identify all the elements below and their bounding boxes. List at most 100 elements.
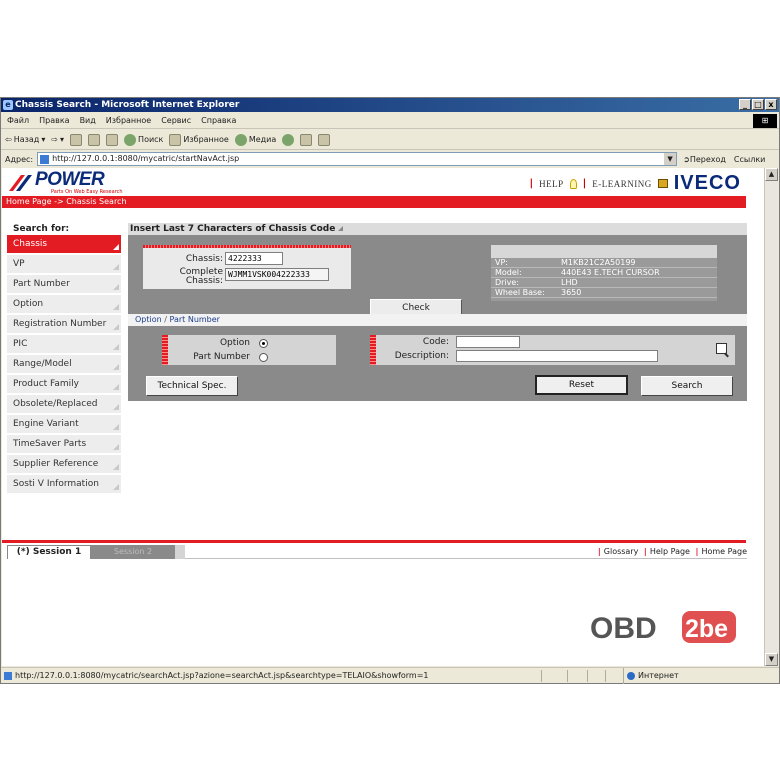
vehicle-row: Drive: LHD bbox=[491, 278, 717, 288]
back-button[interactable]: ⇦ Назад ▾ bbox=[5, 135, 45, 144]
tab-session-1[interactable]: (*) Session 1 bbox=[7, 545, 91, 559]
part-number-radio[interactable] bbox=[259, 353, 268, 362]
address-bar: Адрес: http://127.0.0.1:8080/mycatric/st… bbox=[1, 151, 779, 167]
tab-session-2[interactable]: Session 2 bbox=[91, 545, 175, 559]
maximize-button[interactable]: □ bbox=[752, 99, 764, 110]
menu-file[interactable]: Файл bbox=[7, 113, 29, 128]
part-number-radio-label: Part Number bbox=[193, 352, 250, 362]
forward-arrow-icon: ⇨ bbox=[51, 135, 59, 144]
help-link[interactable]: HELP bbox=[539, 179, 564, 189]
search-toolbar-label: Поиск bbox=[138, 135, 164, 144]
vehicle-info-header bbox=[491, 245, 717, 258]
sidebar-item-part-number[interactable]: Part Number bbox=[7, 275, 121, 295]
complete-chassis-field bbox=[225, 268, 329, 281]
links-button[interactable]: Ссылки bbox=[734, 155, 765, 164]
stop-icon[interactable] bbox=[70, 133, 83, 146]
address-dropdown-icon[interactable]: ▼ bbox=[664, 153, 677, 165]
sidebar-item-supplier-reference[interactable]: Supplier Reference bbox=[7, 455, 121, 475]
favorites-label: Избранное bbox=[183, 135, 229, 144]
reset-button[interactable]: Reset bbox=[535, 375, 628, 395]
media-button[interactable]: Медиа bbox=[234, 133, 276, 146]
link-separator: | bbox=[597, 547, 601, 556]
bulb-icon bbox=[569, 178, 577, 189]
sidebar-item-sosti-v-information[interactable]: Sosti V Information bbox=[7, 475, 121, 495]
complete-chassis-label-2: Chassis: bbox=[185, 276, 223, 286]
sidebar-item-range-model[interactable]: Range/Model bbox=[7, 355, 121, 375]
red-strip bbox=[370, 335, 376, 365]
sidebar-item-pic[interactable]: PIC bbox=[7, 335, 121, 355]
sidebar-item-chassis[interactable]: Chassis bbox=[7, 235, 121, 255]
scroll-up-icon[interactable]: ▲ bbox=[765, 168, 778, 181]
media-icon bbox=[234, 133, 247, 146]
header-separator: | bbox=[582, 178, 587, 189]
refresh-icon[interactable] bbox=[88, 133, 101, 146]
home-icon[interactable] bbox=[106, 133, 119, 146]
menu-view[interactable]: Вид bbox=[80, 113, 96, 128]
ie-icon: e bbox=[3, 100, 13, 110]
header-separator: | bbox=[529, 178, 534, 189]
chassis-input[interactable] bbox=[225, 252, 283, 265]
favorites-button[interactable]: Избранное bbox=[169, 133, 229, 146]
panel-heading: Insert Last 7 Characters of Chassis Code bbox=[128, 223, 747, 235]
sidebar-item-option[interactable]: Option bbox=[7, 295, 121, 315]
security-zone: Интернет bbox=[623, 668, 679, 684]
help-page-link[interactable]: Help Page bbox=[650, 547, 690, 556]
search-toolbar-button[interactable]: Поиск bbox=[124, 133, 164, 146]
close-button[interactable]: x bbox=[765, 99, 777, 110]
title-bar: e Chassis Search - Microsoft Internet Ex… bbox=[1, 98, 779, 112]
menu-tools[interactable]: Сервис bbox=[161, 113, 191, 128]
menu-favorites[interactable]: Избранное bbox=[106, 113, 151, 128]
option-link[interactable]: Option bbox=[135, 315, 162, 324]
code-input[interactable] bbox=[456, 336, 520, 348]
sidebar-item-vp[interactable]: VP bbox=[7, 255, 121, 275]
elearning-link[interactable]: E-LEARNING bbox=[592, 179, 652, 189]
vp-value: M1KB21C2A50199 bbox=[561, 258, 636, 267]
sidebar-item-registration-number[interactable]: Registration Number bbox=[7, 315, 121, 335]
red-strip bbox=[143, 245, 351, 248]
menu-help[interactable]: Справка bbox=[201, 113, 236, 128]
status-separator bbox=[567, 670, 568, 682]
go-button[interactable]: ➲Переход bbox=[683, 155, 726, 164]
glossary-link[interactable]: Glossary bbox=[604, 547, 639, 556]
window-title: Chassis Search - Microsoft Internet Expl… bbox=[15, 100, 240, 110]
technical-spec-button[interactable]: Technical Spec. bbox=[146, 376, 238, 396]
history-icon[interactable] bbox=[282, 133, 295, 146]
sidebar-item-obsolete-replaced[interactable]: Obsolete/Replaced bbox=[7, 395, 121, 415]
part-number-link[interactable]: Part Number bbox=[170, 315, 220, 324]
globe-icon bbox=[627, 672, 635, 680]
lookup-icon[interactable] bbox=[716, 343, 727, 354]
address-input[interactable]: http://127.0.0.1:8080/mycatric/startNavA… bbox=[37, 152, 678, 166]
status-bar: http://127.0.0.1:8080/mycatric/searchAct… bbox=[1, 667, 779, 684]
link-separator: | bbox=[643, 547, 647, 556]
scroll-down-icon[interactable]: ▼ bbox=[765, 653, 778, 666]
search-button[interactable]: Search bbox=[641, 376, 733, 396]
chassis-input-box: Chassis: Complete Chassis: bbox=[143, 245, 351, 289]
chassis-label: Chassis: bbox=[185, 254, 223, 264]
power-logo: POWER Parts On Web Easy Research bbox=[7, 169, 135, 196]
vehicle-row: VP: M1KB21C2A50199 bbox=[491, 258, 717, 268]
code-description-box: Code: Description: bbox=[370, 335, 735, 365]
status-url: http://127.0.0.1:8080/mycatric/searchAct… bbox=[15, 671, 429, 680]
description-input[interactable] bbox=[456, 350, 658, 362]
menu-edit[interactable]: Правка bbox=[39, 113, 69, 128]
zone-label: Интернет bbox=[638, 671, 679, 680]
sidebar-item-engine-variant[interactable]: Engine Variant bbox=[7, 415, 121, 435]
iveco-logo: IVECO bbox=[673, 172, 741, 194]
vertical-scrollbar[interactable]: ▲ ▼ bbox=[764, 168, 778, 666]
tab-spacer bbox=[175, 545, 185, 559]
print-icon[interactable] bbox=[318, 133, 331, 146]
breadcrumb: Home Page -> Chassis Search bbox=[2, 196, 746, 208]
header-right: | HELP | E-LEARNING IVECO bbox=[529, 172, 741, 195]
minimize-button[interactable]: _ bbox=[739, 99, 751, 110]
status-separator bbox=[541, 670, 542, 682]
forward-button[interactable]: ⇨ ▾ bbox=[51, 135, 64, 144]
back-arrow-icon: ⇦ bbox=[5, 135, 12, 144]
session-tabs: (*) Session 1 Session 2 | Glossary | Help … bbox=[7, 543, 747, 559]
mail-icon[interactable] bbox=[300, 133, 313, 146]
page-content: POWER Parts On Web Easy Research | HELP … bbox=[2, 168, 765, 666]
option-radio[interactable] bbox=[259, 339, 268, 348]
sidebar-item-product-family[interactable]: Product Family bbox=[7, 375, 121, 395]
home-page-link[interactable]: Home Page bbox=[701, 547, 747, 556]
sidebar-item-timesaver-parts[interactable]: TimeSaver Parts bbox=[7, 435, 121, 455]
option-radio-label: Option bbox=[219, 338, 250, 348]
